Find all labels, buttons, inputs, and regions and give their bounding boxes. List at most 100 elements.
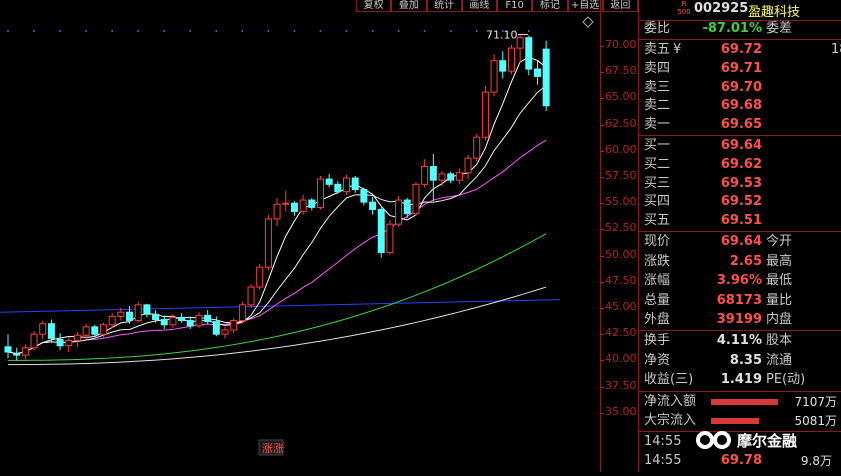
candle-down[interactable] <box>178 316 186 322</box>
candle-down[interactable] <box>13 353 21 356</box>
stat-row: 现价 69.64 今开 <box>639 233 841 251</box>
candle-up[interactable] <box>412 183 420 215</box>
bid-row: 买五 69.51 <box>639 212 841 230</box>
candle-up[interactable] <box>99 324 107 335</box>
f10-button[interactable]: F10 <box>497 0 533 12</box>
axis-tick-mark <box>600 360 604 362</box>
candle-up[interactable] <box>238 304 246 322</box>
candle-down[interactable] <box>525 37 533 70</box>
candle-down[interactable] <box>429 166 437 181</box>
candle-down[interactable] <box>334 183 342 193</box>
fundamental-label: 净资 <box>644 352 671 368</box>
candle-up[interactable] <box>65 339 73 347</box>
candle-down[interactable] <box>204 314 212 323</box>
diamond-icon[interactable] <box>582 16 594 28</box>
candle-down[interactable] <box>91 326 99 335</box>
fundamental-row: 换手 4.11% 股本 <box>639 332 841 350</box>
candle-down[interactable] <box>403 199 411 215</box>
axis-tick-label: 52.50 <box>605 221 637 235</box>
candle-down[interactable] <box>325 178 333 185</box>
candle-down[interactable] <box>369 201 377 210</box>
candle-up[interactable] <box>256 266 264 288</box>
candle-down[interactable] <box>533 68 541 77</box>
indicator-dot <box>449 30 452 32</box>
candle-down[interactable] <box>447 173 455 181</box>
ask-price: 69.68 <box>720 98 762 114</box>
candle-up[interactable] <box>464 157 472 174</box>
candle-up[interactable] <box>273 203 281 220</box>
candle-down[interactable] <box>126 311 134 322</box>
candle-down[interactable] <box>143 304 151 315</box>
candle-up[interactable] <box>386 223 394 253</box>
candle-down[interactable] <box>186 320 194 327</box>
indicator-dot <box>163 30 166 32</box>
candle-down[interactable] <box>4 346 12 353</box>
candle-up[interactable] <box>343 177 351 193</box>
add-watchlist-button[interactable]: +自选 <box>567 0 603 12</box>
candle-up[interactable] <box>438 173 446 181</box>
candle-down[interactable] <box>499 60 507 72</box>
indicator-dot <box>345 30 348 32</box>
candle-up[interactable] <box>39 323 47 335</box>
candle-down[interactable] <box>212 321 220 335</box>
stat-label-right: 量比 <box>766 292 793 308</box>
candle-up[interactable] <box>473 136 481 159</box>
candle-up[interactable] <box>282 202 290 205</box>
ask-level-label: 卖四 <box>644 60 671 76</box>
candle-up[interactable] <box>481 91 489 138</box>
mark-button[interactable]: 标记 <box>532 0 568 12</box>
axis-tick-label: 57.50 <box>605 169 637 182</box>
candle-up[interactable] <box>221 329 229 335</box>
stats-button[interactable]: 统计 <box>426 0 462 12</box>
axis-tick-label: 45.00 <box>605 300 637 313</box>
candle-up[interactable] <box>247 286 255 306</box>
candle-up[interactable] <box>395 199 403 225</box>
flow-bar <box>711 418 760 424</box>
candle-up[interactable] <box>73 334 81 341</box>
stock-header: R 500 002925 盈趣科技 <box>639 0 841 21</box>
candle-up[interactable] <box>108 315 116 326</box>
candle-up[interactable] <box>316 178 324 208</box>
candle-down[interactable] <box>290 202 298 213</box>
candle-up[interactable] <box>195 314 203 327</box>
tick-time: 14:55 <box>644 434 682 449</box>
candle-down[interactable] <box>360 189 368 203</box>
candle-up[interactable] <box>299 199 307 213</box>
stat-value: 69.64 <box>720 234 762 249</box>
candle-up[interactable] <box>30 333 38 349</box>
candle-down[interactable] <box>308 199 316 208</box>
candle-up[interactable] <box>264 218 272 268</box>
candle-up[interactable] <box>421 166 429 185</box>
candle-down[interactable] <box>47 323 55 339</box>
candle-down[interactable] <box>542 48 550 107</box>
candle-up[interactable] <box>455 172 463 181</box>
candle-down[interactable] <box>351 177 359 191</box>
candle-up[interactable] <box>230 320 238 331</box>
draw-line-button[interactable]: 画线 <box>461 0 497 12</box>
candle-up[interactable] <box>21 347 29 356</box>
indicator-dot <box>267 30 270 32</box>
candle-down[interactable] <box>377 208 385 253</box>
event-marker-label: 涨涨 <box>262 442 284 455</box>
candle-up[interactable] <box>490 60 498 93</box>
candle-down[interactable] <box>160 319 168 326</box>
candle-down[interactable] <box>152 313 160 321</box>
candle-up[interactable] <box>134 304 142 322</box>
stock-code: 002925 <box>694 1 749 16</box>
kline-chart[interactable]: 71.10 涨涨 <box>0 0 600 472</box>
axis-tick-mark <box>600 46 604 47</box>
candle-up[interactable] <box>507 47 515 72</box>
fundamental-label: 收益(三) <box>644 372 694 387</box>
candle-down[interactable] <box>56 338 64 347</box>
candle-up[interactable] <box>516 37 524 49</box>
axis-tick-label: 40.00 <box>605 352 637 366</box>
candle-up[interactable] <box>117 311 125 317</box>
tick-row: 14:55 69.78 9.8万 <box>639 452 841 470</box>
fuquan-button[interactable]: 复权 <box>356 0 392 12</box>
axis-tick-mark <box>600 98 604 100</box>
candle-up[interactable] <box>169 316 177 326</box>
ask-row: 卖三 69.70 <box>639 79 841 97</box>
candle-up[interactable] <box>82 326 90 336</box>
overlay-button[interactable]: 叠加 <box>391 0 427 12</box>
kline-svg[interactable]: 71.10 涨涨 <box>0 0 600 472</box>
